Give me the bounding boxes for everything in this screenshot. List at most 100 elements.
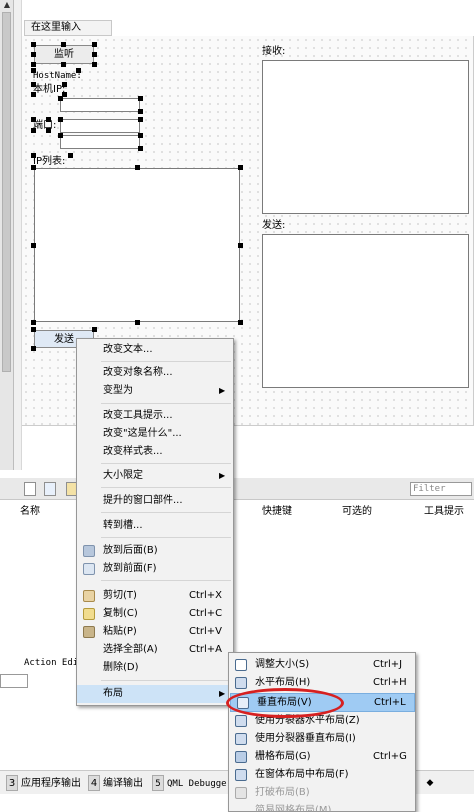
column-header-tooltip[interactable]: 工具提示 (424, 502, 464, 517)
qml-debugger-tab[interactable]: 5 QML Debugger (152, 775, 232, 791)
form-layout-icon (235, 769, 247, 781)
menu-item-change-text[interactable]: 改变文本... (77, 341, 233, 359)
port-field-2[interactable] (60, 135, 140, 149)
selection-handle[interactable] (46, 117, 51, 122)
selection-handle[interactable] (238, 320, 243, 325)
selection-handle[interactable] (58, 117, 63, 122)
receive-textbox[interactable] (262, 60, 469, 214)
compile-output-tab[interactable]: 4 编译输出 (88, 775, 143, 791)
local-ip-field[interactable] (60, 98, 140, 112)
selection-handle[interactable] (61, 62, 66, 67)
submenu-item-grid-layout[interactable]: 栅格布局(G) Ctrl+G (229, 748, 415, 766)
menu-item-layout[interactable]: 布局 ▶ (77, 685, 233, 703)
menu-separator (101, 463, 231, 464)
selection-handle[interactable] (92, 52, 97, 57)
menu-item-change-tooltip[interactable]: 改变工具提示... (77, 407, 233, 425)
port-field[interactable] (60, 119, 140, 133)
selection-handle[interactable] (31, 153, 36, 158)
menu-item-morph-into[interactable]: 变型为 ▶ (77, 382, 233, 400)
new-action-icon[interactable] (24, 482, 36, 496)
submenu-item-break-layout[interactable]: 打破布局(B) (229, 784, 415, 802)
selection-handle[interactable] (68, 153, 73, 158)
selection-handle[interactable] (31, 320, 36, 325)
column-header-checkable[interactable]: 可选的 (342, 502, 372, 517)
menubar-type-here[interactable]: 在这里输入 (24, 20, 112, 36)
submenu-item-simplify-grid[interactable]: 简易网格布局(M) (229, 802, 415, 812)
menu-item-change-object-name[interactable]: 改变对象名称... (77, 364, 233, 382)
menu-item-change-whats-this[interactable]: 改变"这是什么"... (77, 425, 233, 443)
selection-handle[interactable] (61, 42, 66, 47)
selection-handle[interactable] (138, 133, 143, 138)
selection-handle[interactable] (46, 128, 51, 133)
selection-handle[interactable] (31, 117, 36, 122)
selection-handle[interactable] (31, 82, 36, 87)
menu-item-paste[interactable]: 粘贴(P) Ctrl+V (77, 623, 233, 641)
column-header-shortcut[interactable]: 快捷键 (262, 502, 292, 517)
menu-item-copy[interactable]: 复制(C) Ctrl+C (77, 605, 233, 623)
selection-handle[interactable] (238, 165, 243, 170)
selection-handle[interactable] (92, 62, 97, 67)
break-layout-icon (235, 787, 247, 799)
ip-list-box[interactable] (34, 168, 240, 322)
column-header-name[interactable]: 名称 (20, 502, 40, 517)
menu-separator (101, 512, 231, 513)
menu-separator (101, 403, 231, 404)
selection-handle[interactable] (31, 62, 36, 67)
selection-handle[interactable] (138, 96, 143, 101)
filter-input[interactable]: Filter (410, 482, 472, 496)
selection-handle[interactable] (58, 133, 63, 138)
menu-item-select-all[interactable]: 选择全部(A) Ctrl+A (77, 641, 233, 659)
selection-handle[interactable] (31, 52, 36, 57)
selection-handle[interactable] (138, 146, 143, 151)
selection-handle[interactable] (31, 128, 36, 133)
menu-item-send-to-back[interactable]: 放到后面(B) (77, 542, 233, 560)
menu-separator (101, 487, 231, 488)
copy-icon (83, 608, 95, 620)
menu-item-go-to-slot[interactable]: 转到槽... (77, 517, 233, 535)
selection-handle[interactable] (31, 165, 36, 170)
submenu-item-splitter-vertical[interactable]: 使用分裂器垂直布局(I) (229, 730, 415, 748)
selection-handle[interactable] (135, 165, 140, 170)
selection-handle[interactable] (31, 346, 36, 351)
action-editor-toolbar (0, 478, 474, 500)
menu-item-bring-to-front[interactable]: 放到前面(F) (77, 560, 233, 578)
bottom-input[interactable] (0, 674, 28, 688)
scrollbar-thumb[interactable] (2, 12, 11, 372)
submenu-arrow-icon: ▶ (219, 471, 226, 480)
selection-handle[interactable] (135, 320, 140, 325)
submenu-arrow-icon: ▶ (219, 386, 226, 395)
submenu-item-form-layout[interactable]: 在窗体布局中布局(F) (229, 766, 415, 784)
selection-handle[interactable] (58, 96, 63, 101)
action-editor-panel (0, 478, 474, 674)
selection-handle[interactable] (92, 42, 97, 47)
action-editor-tab[interactable]: Action Edi (24, 658, 78, 668)
selection-handle[interactable] (31, 68, 36, 73)
menu-item-size-constraints[interactable]: 大小限定 ▶ (77, 467, 233, 485)
bring-to-front-icon (83, 563, 95, 575)
copy-action-icon[interactable] (44, 482, 56, 496)
left-scrollbar[interactable]: ▲ (0, 0, 14, 470)
selection-handle[interactable] (138, 117, 143, 122)
scroll-up-icon[interactable]: ▲ (2, 0, 12, 10)
menu-item-promote-to[interactable]: 提升的窗口部件... (77, 492, 233, 510)
selection-handle[interactable] (31, 92, 36, 97)
selection-handle[interactable] (92, 327, 97, 332)
menu-item-cut[interactable]: 剪切(T) Ctrl+X (77, 587, 233, 605)
expand-arrow-icon[interactable]: ◆ (424, 775, 436, 791)
layout-submenu: 调整大小(S) Ctrl+J 水平布局(H) Ctrl+H 垂直布局(V) Ctrl+… (228, 652, 416, 812)
selection-handle[interactable] (31, 243, 36, 248)
menu-item-delete[interactable]: 删除(D) (77, 659, 233, 677)
menu-item-change-stylesheet[interactable]: 改变样式表... (77, 443, 233, 461)
selection-handle[interactable] (76, 68, 81, 73)
send-textbox[interactable] (262, 234, 469, 388)
selection-handle[interactable] (138, 109, 143, 114)
ip-list-label: IP列表: (33, 156, 66, 167)
submenu-item-adjust-size[interactable]: 调整大小(S) Ctrl+J (229, 656, 415, 674)
selection-handle[interactable] (238, 243, 243, 248)
send-to-back-icon (83, 545, 95, 557)
selection-handle[interactable] (62, 82, 67, 87)
app-output-tab[interactable]: 3 应用程序输出 (6, 775, 81, 791)
selection-handle[interactable] (31, 42, 36, 47)
selection-handle[interactable] (31, 327, 36, 332)
menu-separator (101, 361, 231, 362)
